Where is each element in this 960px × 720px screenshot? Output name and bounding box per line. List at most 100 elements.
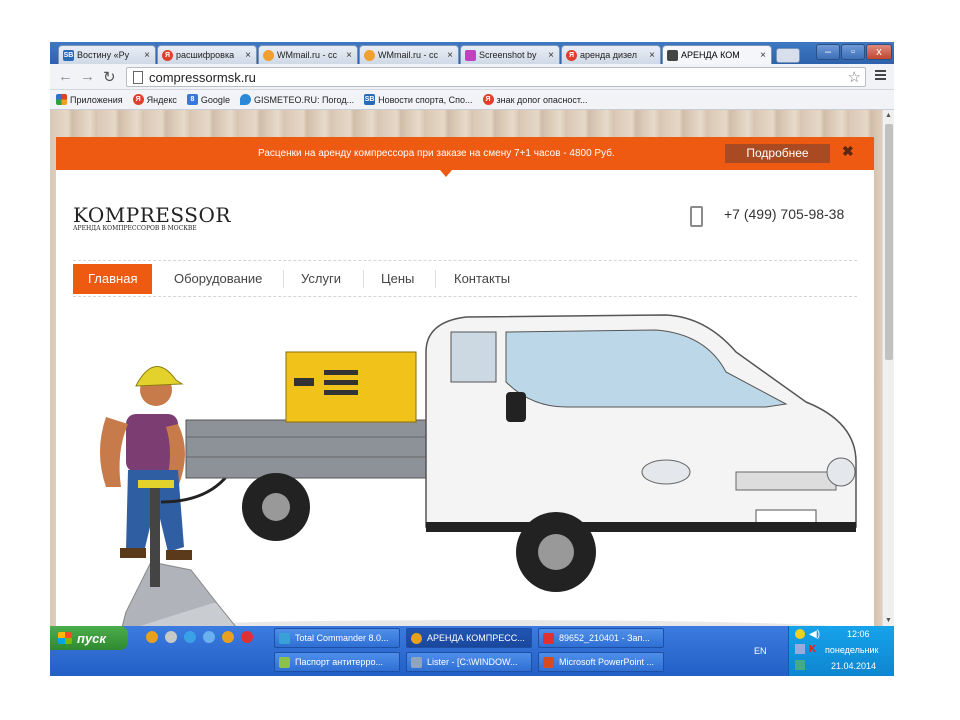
nav-item-prices[interactable]: Цены [381, 264, 414, 294]
yandex-browser-icon[interactable] [241, 631, 253, 643]
tray-smiley-icon[interactable] [795, 629, 805, 639]
quick-launch [146, 631, 260, 643]
headlight-right [826, 457, 856, 487]
address-bar[interactable]: compressormsk.ru ☆ [126, 67, 866, 87]
nav-item-services[interactable]: Услуги [301, 264, 341, 294]
ie-icon[interactable] [184, 631, 196, 643]
promo-more-button[interactable]: Подробнее [725, 144, 830, 163]
quick-launch-icon[interactable] [165, 631, 177, 643]
truck-figure [185, 314, 857, 592]
tray-app-icon[interactable] [795, 660, 805, 670]
bookmark-apps[interactable]: Приложения [56, 94, 123, 105]
truck-side-window [450, 331, 497, 383]
taskbar-item-chrome[interactable]: АРЕНДА КОМПРЕСС... [406, 628, 532, 648]
taskbar-item-lister[interactable]: Lister - [C:\WINDOW... [406, 652, 532, 672]
scrollbar-thumb[interactable] [885, 124, 893, 360]
chrome-icon[interactable] [222, 631, 234, 643]
task-label: АРЕНДА КОМПРЕСС... [427, 633, 525, 643]
url-text[interactable]: compressormsk.ru [149, 70, 256, 85]
close-icon[interactable]: × [546, 50, 556, 61]
promo-text: Расценки на аренду компрессора при заказ… [258, 148, 615, 159]
close-icon[interactable]: × [758, 50, 768, 61]
bookmark-google[interactable]: 8 Google [186, 94, 230, 105]
vertical-scrollbar[interactable]: ▲ ▼ [882, 110, 894, 626]
site-logo[interactable]: KOMPRESSOR [73, 203, 231, 227]
tray-network-icon[interactable] [795, 644, 805, 654]
nav-item-contacts[interactable]: Контакты [454, 264, 510, 294]
tab-5[interactable]: Screenshot by × [460, 45, 560, 64]
worker-arm-left [100, 417, 128, 487]
bookmark-dopog[interactable]: Я знак допог опасност... [482, 94, 587, 105]
screenshot-icon [465, 49, 476, 61]
powerpoint-icon [543, 656, 554, 668]
nav-item-home[interactable]: Главная [73, 264, 153, 294]
yandex-icon: Я [162, 49, 173, 61]
phone-number[interactable]: +7 (499) 705-98-38 [724, 206, 844, 222]
scroll-up-icon[interactable]: ▲ [885, 112, 892, 119]
total-commander-icon [279, 632, 290, 644]
browser-toolbar: ← → ↻ compressormsk.ru ☆ [50, 64, 894, 90]
promo-close-icon[interactable]: ✖ [842, 143, 854, 160]
clock-day: понедельник [825, 645, 879, 655]
tab-3[interactable]: WMmail.ru - сс × [258, 45, 358, 64]
bookmark-gismeteo[interactable]: GISMETEO.RU: Погод... [239, 94, 354, 105]
close-icon[interactable]: × [344, 50, 354, 61]
bookmarks-bar: Приложения Я Яндекс 8 Google GISMETEO.RU… [50, 90, 894, 110]
close-icon[interactable]: × [445, 50, 455, 61]
language-indicator[interactable]: EN [754, 646, 767, 656]
new-tab-button[interactable] [776, 48, 800, 63]
windows-flag-icon [58, 632, 72, 644]
headlight [641, 459, 691, 485]
back-arrow-icon[interactable]: ← [58, 68, 73, 85]
page-viewport: Расценки на аренду компрессора при заказ… [50, 110, 882, 626]
worker-boot-left [120, 548, 146, 558]
jackhammer-body [150, 482, 160, 587]
start-button[interactable]: пуск [50, 626, 128, 650]
volume-icon[interactable]: ◀) [809, 629, 820, 640]
close-icon[interactable]: × [647, 50, 657, 61]
taskbar-item-passport-doc[interactable]: Паспорт антитерро... [274, 652, 400, 672]
tab-6[interactable]: Я аренда дизел × [561, 45, 661, 64]
task-label: 89652_210401 - Зап... [559, 633, 650, 643]
tab-1[interactable]: SB Вoстину «Ру × [58, 45, 156, 64]
bookmark-star-icon[interactable]: ☆ [848, 68, 861, 86]
sportbox-icon: SB [63, 49, 74, 61]
bookmark-yandex[interactable]: Я Яндекс [132, 94, 177, 105]
taskbar-item-powerpoint[interactable]: Microsoft PowerPoint ... [538, 652, 664, 672]
close-window-button[interactable]: x [866, 44, 892, 60]
quick-launch-icon[interactable] [146, 631, 158, 643]
apps-grid-icon [56, 94, 67, 105]
truck-bumper [426, 522, 856, 532]
tab-title: WMmail.ru - сс [277, 50, 337, 60]
task-label: Lister - [C:\WINDOW... [427, 657, 518, 667]
tab-title: WMmail.ru - сс [378, 50, 438, 60]
truck-grille [735, 471, 837, 491]
document-icon [279, 656, 290, 668]
system-tray: ◀) K 12:06 понедельник 21.04.2014 [788, 626, 894, 676]
close-icon[interactable]: × [142, 50, 152, 61]
taskbar-item-yandex-mail[interactable]: 89652_210401 - Зап... [538, 628, 664, 648]
yandex-icon: Я [566, 49, 577, 61]
tab-4[interactable]: WMmail.ru - сс × [359, 45, 459, 64]
bookmark-sport-news[interactable]: SB Новости спорта, Спо... [364, 94, 473, 105]
nav-divider [363, 270, 364, 288]
tab-title: расшифровка [176, 50, 235, 60]
nav-item-equipment[interactable]: Оборудование [174, 264, 262, 294]
browser-tab-strip: SB Вoстину «Ру × Я расшифровка × WMmail.… [50, 42, 894, 64]
bookmark-label: Приложения [70, 94, 123, 105]
tab-active[interactable]: АРЕНДА КОМ × [662, 45, 772, 64]
desktop-icon[interactable] [203, 631, 215, 643]
taskbar-item-total-commander[interactable]: Total Commander 8.0... [274, 628, 400, 648]
bookmark-label: Яндекс [146, 94, 177, 105]
menu-icon[interactable] [875, 70, 886, 81]
scroll-down-icon[interactable]: ▼ [885, 617, 892, 624]
close-icon[interactable]: × [243, 50, 253, 61]
tray-k-icon[interactable]: K [809, 644, 816, 655]
minimize-button[interactable]: – [816, 44, 840, 60]
tab-title: АРЕНДА КОМ [681, 50, 740, 60]
clock-time[interactable]: 12:06 [847, 629, 870, 639]
tab-2[interactable]: Я расшифровка × [157, 45, 257, 64]
reload-icon[interactable]: ↻ [103, 68, 116, 86]
maximize-button[interactable]: ▫ [841, 44, 865, 60]
forward-arrow-icon[interactable]: → [80, 68, 95, 85]
